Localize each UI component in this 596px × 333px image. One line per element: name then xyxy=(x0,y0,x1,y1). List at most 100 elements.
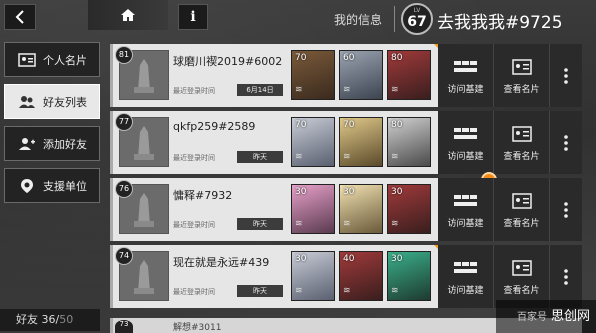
menu-item-support-unit[interactable]: 支援单位 xyxy=(4,168,100,203)
friends-count-label: 好友 xyxy=(16,313,38,326)
top-bar: i 我的信息 LV 67 去我我我#9725 xyxy=(0,0,596,36)
elite-rank-icon: ≋ xyxy=(391,219,399,229)
friend-list: 81 球磨川禊2019#6002 最近登录时间 6月14日 70 ≋ 60 ≋ … xyxy=(110,44,582,312)
friends-count-current: 36 xyxy=(41,313,56,326)
visit-base-button[interactable]: 访问基建 xyxy=(438,44,494,107)
support-operators: 70 ≋ 70 ≋ 80 ≋ xyxy=(291,117,435,167)
view-card-button[interactable]: 查看名片 xyxy=(494,178,550,241)
operator-level: 70 xyxy=(295,120,307,130)
view-card-label: 查看名片 xyxy=(503,85,540,95)
base-icon xyxy=(453,56,478,78)
operator-card[interactable]: 30 ≋ xyxy=(291,184,335,234)
operator-card[interactable]: 30 ≋ xyxy=(291,251,335,301)
elite-rank-icon: ≋ xyxy=(343,286,351,296)
id-card-icon xyxy=(511,190,532,212)
visit-base-button[interactable]: 访问基建 xyxy=(438,245,494,308)
operator-card[interactable]: 30 ≋ xyxy=(387,184,431,234)
friend-name: 解想#3011 xyxy=(173,323,222,333)
my-info-label[interactable]: 我的信息 xyxy=(334,11,382,28)
view-card-button[interactable]: 查看名片 xyxy=(494,111,550,174)
last-login-value: 昨天 xyxy=(237,151,283,163)
last-login-label: 最近登录时间 xyxy=(173,87,215,95)
operator-level: 70 xyxy=(343,120,355,130)
operator-card[interactable]: 70 ≋ xyxy=(291,117,335,167)
home-icon xyxy=(121,9,135,21)
friend-actions: 访问基建 查看名片 xyxy=(438,178,582,241)
operator-level: 30 xyxy=(343,187,355,197)
friend-level-badge: 77 xyxy=(115,113,133,131)
friend-actions: 访问基建 查看名片 xyxy=(438,44,582,107)
last-login-label: 最近登录时间 xyxy=(173,154,215,162)
visit-base-label: 访问基建 xyxy=(447,219,484,229)
operator-level: 30 xyxy=(391,254,403,264)
elite-rank-icon: ≋ xyxy=(295,85,303,95)
last-login-label: 最近登录时间 xyxy=(173,288,215,296)
view-card-label: 查看名片 xyxy=(503,286,540,296)
friends-icon xyxy=(17,94,37,110)
back-button[interactable] xyxy=(4,4,36,30)
menu-item-label: 好友列表 xyxy=(43,95,87,109)
visit-base-label: 访问基建 xyxy=(447,85,484,95)
elite-rank-icon: ≋ xyxy=(295,219,303,229)
more-vertical-icon xyxy=(564,268,568,285)
operator-card[interactable]: 70 ≋ xyxy=(339,117,383,167)
divider xyxy=(394,6,395,32)
operator-card[interactable]: 30 ≋ xyxy=(387,251,431,301)
base-icon xyxy=(453,257,478,279)
elite-rank-icon: ≋ xyxy=(391,286,399,296)
visit-base-button[interactable]: 访问基建 xyxy=(438,111,494,174)
info-button[interactable]: i xyxy=(178,4,208,30)
elite-rank-icon: ≋ xyxy=(343,152,351,162)
more-options-button[interactable] xyxy=(550,111,582,174)
add-friend-icon xyxy=(17,136,37,152)
friend-row: 81 球磨川禊2019#6002 最近登录时间 6月14日 70 ≋ 60 ≋ … xyxy=(110,44,582,107)
menu-item-profile-card[interactable]: 个人名片 xyxy=(4,42,100,77)
view-card-button[interactable]: 查看名片 xyxy=(494,245,550,308)
id-card-icon xyxy=(17,52,37,68)
friend-level-badge: 76 xyxy=(115,180,133,198)
last-login-value: 昨天 xyxy=(237,285,283,297)
back-arrow-icon xyxy=(15,10,24,24)
menu-item-label: 个人名片 xyxy=(43,53,87,67)
menu-item-friend-list[interactable]: 好友列表 xyxy=(4,84,100,119)
player-level: 67 xyxy=(407,14,427,30)
more-options-button[interactable] xyxy=(550,178,582,241)
view-card-label: 查看名片 xyxy=(503,152,540,162)
player-level-badge: LV 67 xyxy=(401,3,433,35)
operator-card[interactable]: 30 ≋ xyxy=(339,184,383,234)
support-operators: 70 ≋ 60 ≋ 80 ≋ xyxy=(291,50,435,100)
watermark-brand: 思创网 xyxy=(550,309,590,324)
friend-level-badge: 81 xyxy=(115,46,133,64)
elite-rank-icon: ≋ xyxy=(295,152,303,162)
more-options-button[interactable] xyxy=(550,44,582,107)
friend-actions: 访问基建 查看名片 xyxy=(438,111,582,174)
friend-level-badge: 74 xyxy=(115,247,133,265)
more-vertical-icon xyxy=(564,201,568,218)
elite-rank-icon: ≋ xyxy=(391,85,399,95)
visit-base-button[interactable]: 访问基建 xyxy=(438,178,494,241)
more-options-button[interactable] xyxy=(550,245,582,308)
friend-name: 现在就是永远#439 xyxy=(173,256,270,269)
friend-name: 慵释#7932 xyxy=(173,189,233,202)
view-card-label: 查看名片 xyxy=(503,219,540,229)
last-login-value: 6月14日 xyxy=(237,84,283,96)
home-button[interactable] xyxy=(88,0,168,30)
operator-card[interactable]: 40 ≋ xyxy=(339,251,383,301)
watermark-source: 百家号 xyxy=(516,312,547,323)
id-card-icon xyxy=(511,56,532,78)
operator-card[interactable]: 70 ≋ xyxy=(291,50,335,100)
operator-card[interactable]: 80 ≋ xyxy=(387,50,431,100)
operator-level: 80 xyxy=(391,120,403,130)
operator-card[interactable]: 80 ≋ xyxy=(387,117,431,167)
last-login-label: 最近登录时间 xyxy=(173,221,215,229)
visit-base-label: 访问基建 xyxy=(447,286,484,296)
id-card-icon xyxy=(511,257,532,279)
friend-row: 77 qkfp259#2589 最近登录时间 昨天 70 ≋ 70 ≋ 80 ≋… xyxy=(110,111,582,174)
friend-name: 球磨川禊2019#6002 xyxy=(173,55,283,68)
menu-item-add-friend[interactable]: 添加好友 xyxy=(4,126,100,161)
support-operators: 30 ≋ 40 ≋ 30 ≋ xyxy=(291,251,435,301)
support-operators: 30 ≋ 30 ≋ 30 ≋ xyxy=(291,184,435,234)
view-card-button[interactable]: 查看名片 xyxy=(494,44,550,107)
visit-base-label: 访问基建 xyxy=(447,152,484,162)
operator-card[interactable]: 60 ≋ xyxy=(339,50,383,100)
